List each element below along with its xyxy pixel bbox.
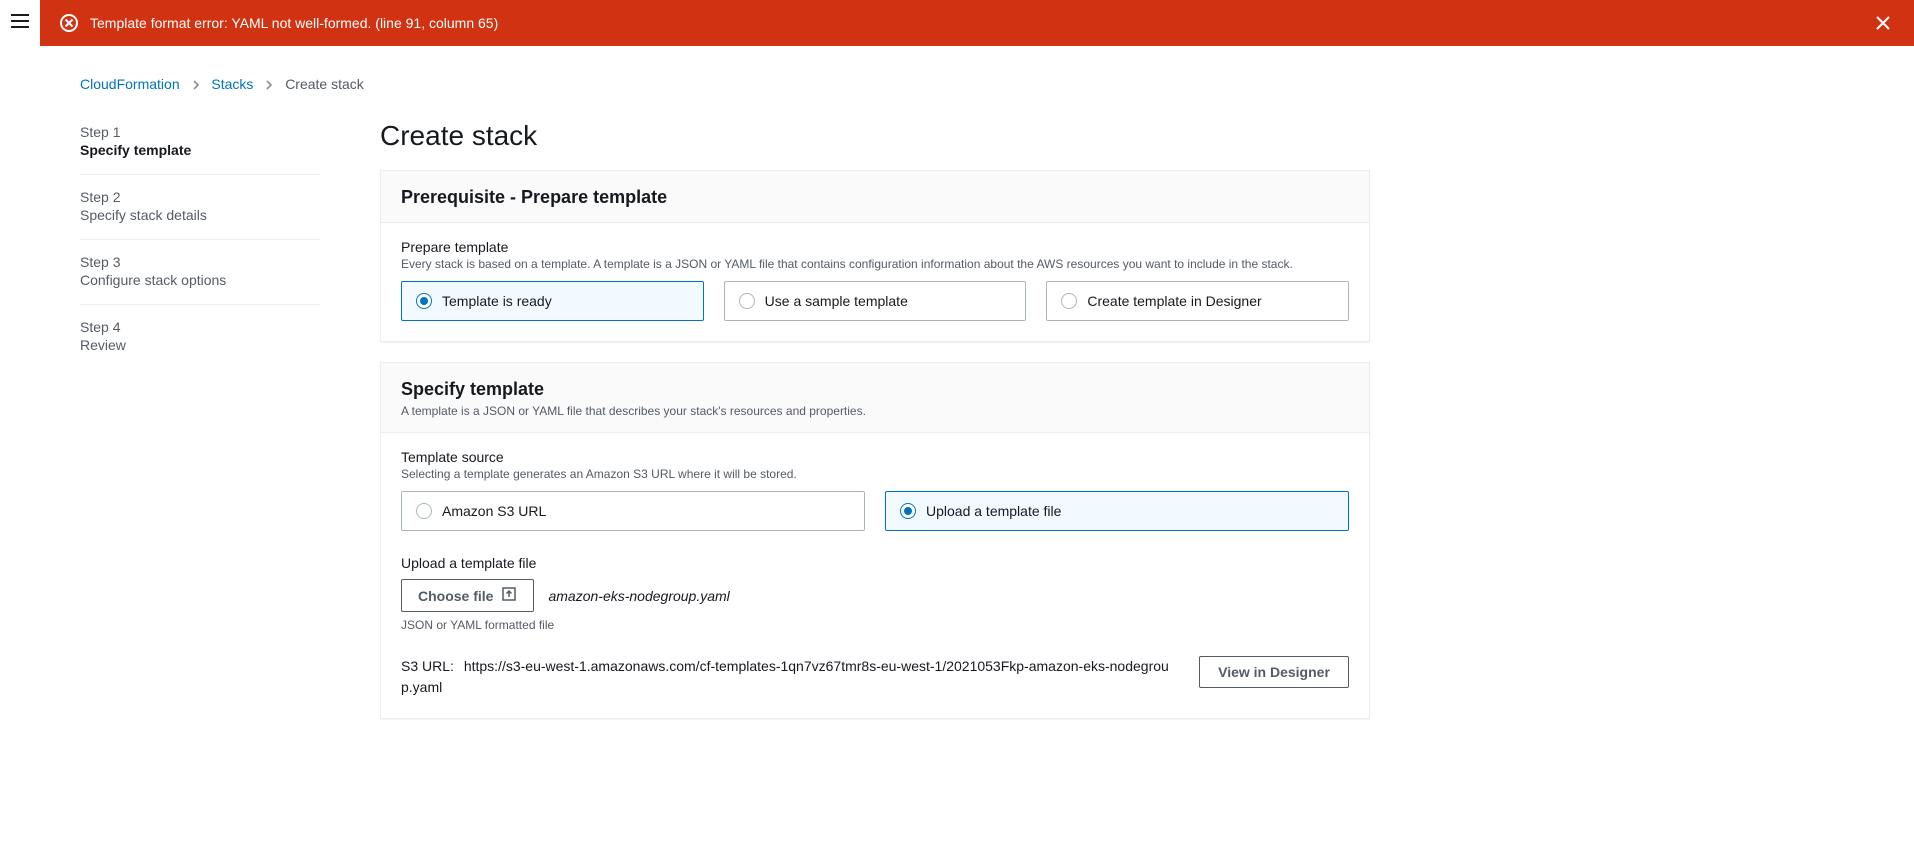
- page-title: Create stack: [380, 120, 1370, 152]
- wizard-step-4: Step 4 Review: [80, 304, 320, 369]
- breadcrumb-link-stacks[interactable]: Stacks: [211, 76, 253, 92]
- radio-icon: [416, 293, 432, 309]
- tile-label: Template is ready: [442, 293, 552, 309]
- tile-label: Use a sample template: [765, 293, 908, 309]
- field-label-upload: Upload a template file: [401, 555, 1349, 571]
- global-sidebar: [0, 0, 40, 843]
- tile-sample-template[interactable]: Use a sample template: [724, 281, 1027, 321]
- tile-label: Create template in Designer: [1087, 293, 1261, 309]
- field-desc-source: Selecting a template generates an Amazon…: [401, 467, 1349, 481]
- wizard-step-num: Step 3: [80, 254, 320, 270]
- wizard-step-num: Step 1: [80, 124, 320, 140]
- upload-icon: [501, 586, 517, 605]
- tile-s3-url[interactable]: Amazon S3 URL: [401, 491, 865, 531]
- panel-heading: Prerequisite - Prepare template: [401, 187, 1349, 208]
- panel-heading: Specify template: [401, 379, 1349, 400]
- view-in-designer-button[interactable]: View in Designer: [1199, 656, 1349, 688]
- hamburger-menu-icon[interactable]: [11, 14, 29, 28]
- tile-label: Amazon S3 URL: [442, 503, 546, 519]
- wizard-step-title: Specify stack details: [80, 207, 320, 223]
- close-icon[interactable]: [1872, 12, 1894, 34]
- panel-prerequisite: Prerequisite - Prepare template Prepare …: [380, 170, 1370, 342]
- s3-label: S3 URL:: [401, 658, 454, 674]
- field-label-source: Template source: [401, 449, 1349, 465]
- breadcrumb: CloudFormation Stacks Create stack: [40, 76, 1540, 120]
- panel-specify-template: Specify template A template is a JSON or…: [380, 362, 1370, 719]
- s3-url-display: S3 URL: https://s3-eu-west-1.amazonaws.c…: [401, 656, 1179, 698]
- wizard-step-title: Specify template: [80, 142, 320, 158]
- breadcrumb-link-cloudformation[interactable]: CloudFormation: [80, 76, 180, 92]
- wizard-step-2: Step 2 Specify stack details: [80, 174, 320, 239]
- choose-file-button[interactable]: Choose file: [401, 579, 534, 612]
- error-icon: [60, 14, 78, 32]
- uploaded-filename: amazon-eks-nodegroup.yaml: [548, 588, 729, 604]
- tile-template-ready[interactable]: Template is ready: [401, 281, 704, 321]
- radio-icon: [900, 503, 916, 519]
- panel-subdesc: A template is a JSON or YAML file that d…: [401, 404, 1349, 418]
- wizard-step-title: Configure stack options: [80, 272, 320, 288]
- s3-url-value: https://s3-eu-west-1.amazonaws.com/cf-te…: [401, 658, 1169, 695]
- chevron-right-icon: [265, 76, 277, 92]
- breadcrumb-current: Create stack: [285, 76, 364, 92]
- tile-label: Upload a template file: [926, 503, 1061, 519]
- radio-icon: [1061, 293, 1077, 309]
- radio-icon: [416, 503, 432, 519]
- error-banner: Template format error: YAML not well-for…: [40, 0, 1914, 46]
- error-message: Template format error: YAML not well-for…: [90, 12, 1872, 34]
- field-label-prepare: Prepare template: [401, 239, 1349, 255]
- wizard-nav: Step 1 Specify template Step 2 Specify s…: [80, 120, 320, 739]
- choose-file-label: Choose file: [418, 588, 493, 604]
- tile-create-designer[interactable]: Create template in Designer: [1046, 281, 1349, 321]
- wizard-step-3: Step 3 Configure stack options: [80, 239, 320, 304]
- wizard-step-num: Step 2: [80, 189, 320, 205]
- upload-hint: JSON or YAML formatted file: [401, 618, 1349, 632]
- wizard-step-num: Step 4: [80, 319, 320, 335]
- wizard-step-title: Review: [80, 337, 320, 353]
- wizard-step-1[interactable]: Step 1 Specify template: [80, 124, 320, 174]
- tile-upload-file[interactable]: Upload a template file: [885, 491, 1349, 531]
- field-desc-prepare: Every stack is based on a template. A te…: [401, 257, 1349, 271]
- chevron-right-icon: [192, 76, 204, 92]
- radio-icon: [739, 293, 755, 309]
